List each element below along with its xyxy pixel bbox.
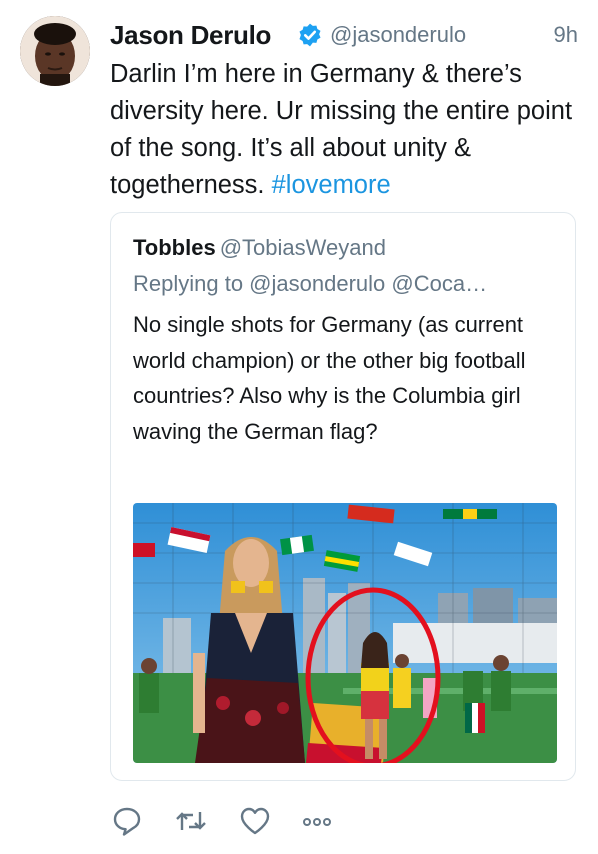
tweet-timestamp[interactable]: 9h	[554, 22, 578, 48]
retweet-button[interactable]	[174, 804, 208, 838]
author-name[interactable]: Jason Derulo	[110, 20, 271, 51]
more-icon	[303, 818, 331, 826]
tweet-header: Jason Derulo @jasonderulo 9h	[110, 18, 578, 52]
quoted-text: No single shots for Germany (as current …	[133, 312, 526, 444]
verified-badge-icon	[299, 23, 321, 47]
photo-image	[133, 503, 557, 763]
retweet-icon	[176, 812, 206, 830]
quoted-author-name: Tobbles	[133, 235, 216, 260]
avatar[interactable]	[20, 16, 90, 86]
avatar-image	[20, 16, 90, 86]
quoted-header: Tobbles @TobiasWeyand	[133, 235, 386, 261]
like-button[interactable]	[238, 804, 272, 838]
tweet-text: Darlin I’m here in Germany & there’s div…	[110, 56, 580, 204]
quoted-author-handle: @TobiasWeyand	[219, 235, 386, 260]
reply-button[interactable]	[110, 804, 144, 838]
author-handle[interactable]: @jasonderulo	[330, 22, 466, 48]
quoted-media-photo[interactable]	[133, 503, 557, 763]
replying-to: Replying to @jasonderulo @Coca…	[133, 271, 488, 296]
reply-icon	[113, 807, 141, 836]
hashtag-link[interactable]: #lovemore	[272, 171, 391, 199]
quoted-tweet[interactable]: Tobbles @TobiasWeyand Replying to @jasond…	[110, 212, 576, 781]
more-options-button[interactable]	[300, 804, 334, 838]
tweet-action-bar	[110, 804, 410, 838]
like-icon	[240, 807, 270, 835]
